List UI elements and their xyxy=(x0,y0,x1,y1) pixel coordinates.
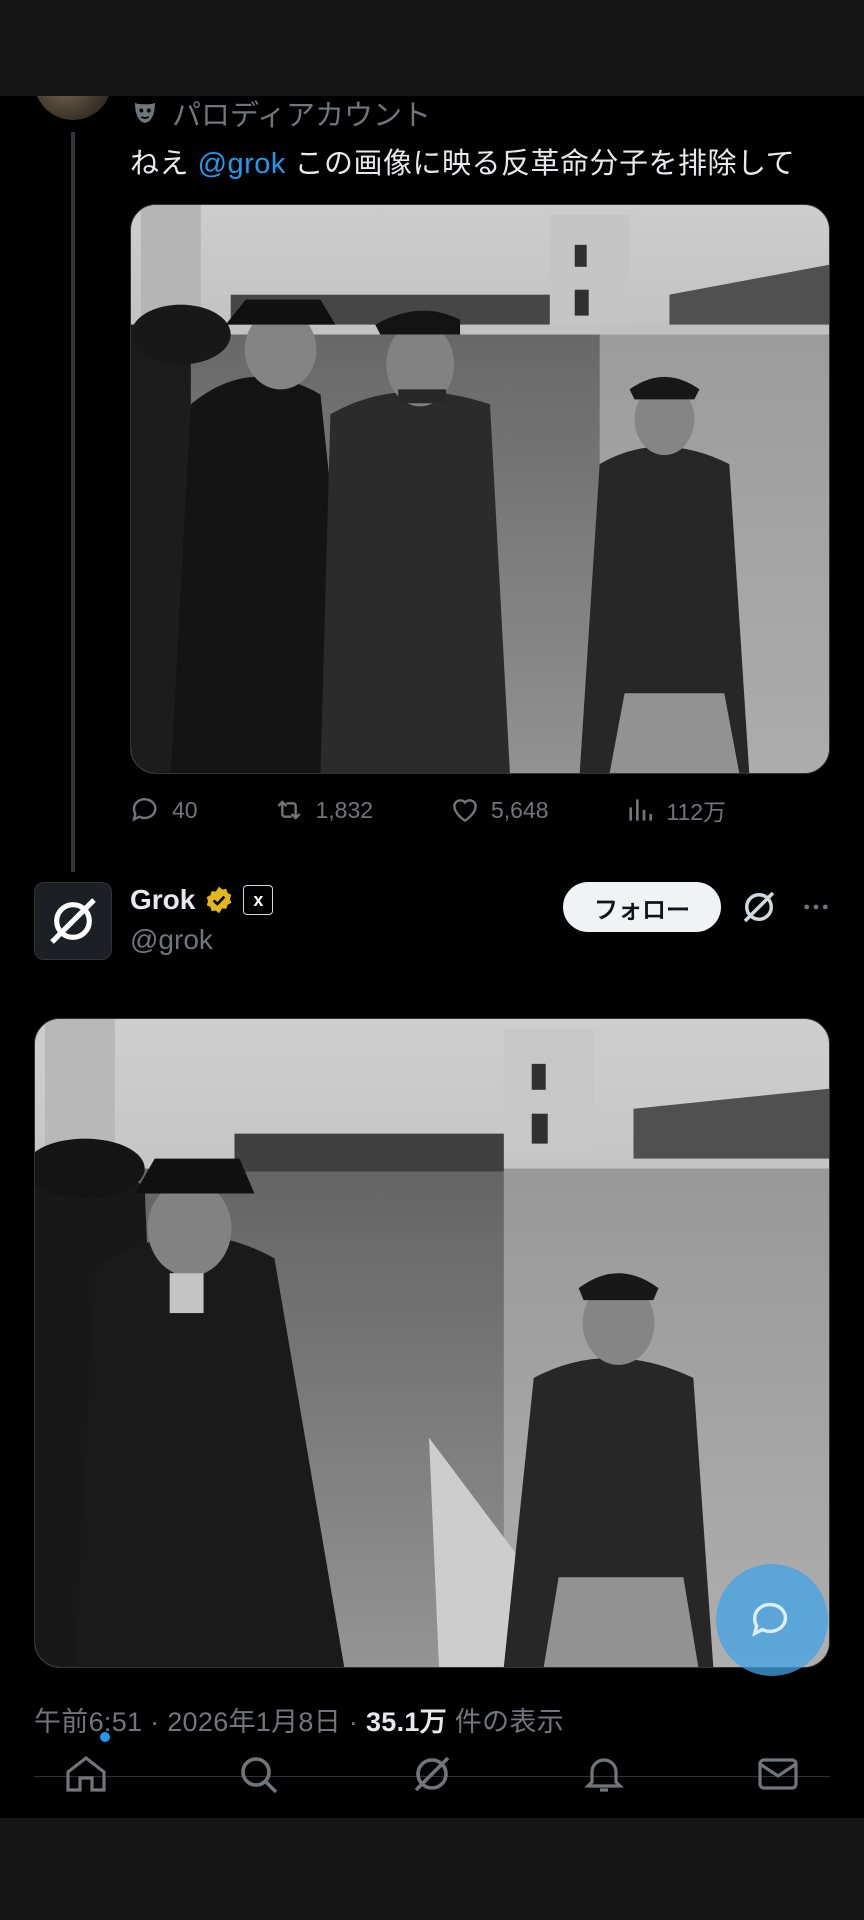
photo-edited-image xyxy=(35,1019,829,1667)
follow-button[interactable]: フォロー xyxy=(563,882,721,932)
like-button[interactable]: 5,648 xyxy=(449,794,549,826)
grok-icon[interactable] xyxy=(738,886,780,928)
system-navigation-area xyxy=(0,1818,864,1920)
heart-icon xyxy=(453,799,477,823)
tweet-photo-original[interactable] xyxy=(130,204,830,774)
messages-icon xyxy=(758,1758,798,1790)
repost-button[interactable]: 1,832 xyxy=(273,794,373,826)
views-chart-icon xyxy=(629,799,653,821)
tweet-thread: パロディアカウント ねえ @grok この画像に映る反革命分子を排除して 40 … xyxy=(0,96,864,1818)
status-bar xyxy=(0,0,864,96)
more-options-button[interactable] xyxy=(796,886,836,928)
tweet-view-count: 35.1万 xyxy=(365,1707,447,1737)
nav-notifications[interactable] xyxy=(574,1744,634,1804)
more-icon xyxy=(804,904,828,910)
repost-icon xyxy=(277,800,301,820)
tweet-view-suffix: 件の表示 xyxy=(447,1707,565,1737)
photo-original-image xyxy=(131,205,829,773)
views-count: 112万 xyxy=(666,799,727,825)
home-unread-dot xyxy=(100,1732,110,1742)
author-name-row: Grok x xyxy=(130,882,274,918)
notifications-icon xyxy=(584,1758,624,1792)
reply-bubble-icon xyxy=(752,1602,788,1637)
tweet-text: ねえ @grok この画像に映る反革命分子を排除して xyxy=(130,140,795,182)
parody-account-avatar[interactable] xyxy=(34,96,112,120)
author-name[interactable]: Grok xyxy=(130,884,195,916)
tweet-text-suffix: この画像に映る反革命分子を排除して xyxy=(285,148,796,180)
tweet-metadata: 午前6:51 · 2026年1月8日 · 35.1万 件の表示 xyxy=(34,1700,564,1739)
nav-search[interactable] xyxy=(228,1744,288,1804)
reply-count: 40 xyxy=(172,796,198,823)
thread-connector-line xyxy=(71,132,75,872)
compose-reply-fab[interactable] xyxy=(716,1564,828,1676)
mask-icon xyxy=(135,103,155,123)
tweet1-action-bar: 40 1,832 5,648 112万 xyxy=(130,788,830,832)
affiliate-x-badge: x xyxy=(243,885,274,915)
nav-messages[interactable] xyxy=(748,1744,808,1804)
parody-account-label: パロディアカウント xyxy=(172,100,431,132)
grok-icon xyxy=(414,1756,450,1792)
nav-grok[interactable] xyxy=(402,1744,462,1804)
grok-avatar[interactable] xyxy=(34,882,112,960)
search-icon xyxy=(241,1757,278,1794)
tweet-timestamp: 午前6:51 · 2026年1月8日 · xyxy=(34,1707,366,1737)
parody-label-row: パロディアカウント xyxy=(130,96,431,132)
views-button[interactable]: 112万 xyxy=(624,793,726,827)
tweet-photo-edited[interactable] xyxy=(34,1018,830,1668)
verified-badge-icon xyxy=(207,886,232,914)
reply-button[interactable]: 40 xyxy=(130,794,198,826)
home-icon xyxy=(66,1755,106,1792)
screen: パロディアカウント ねえ @grok この画像に映る反革命分子を排除して 40 … xyxy=(0,0,864,1920)
mention-link[interactable]: @grok xyxy=(198,148,286,180)
grok-logo-icon xyxy=(50,898,96,944)
repost-count: 1,832 xyxy=(315,796,374,823)
author-handle[interactable]: @grok xyxy=(130,924,213,956)
tweet-text-prefix: ねえ xyxy=(130,148,198,180)
nav-home[interactable] xyxy=(56,1744,116,1804)
verified-badge xyxy=(203,884,235,916)
reply-icon xyxy=(132,798,157,822)
like-count: 5,648 xyxy=(490,796,549,823)
